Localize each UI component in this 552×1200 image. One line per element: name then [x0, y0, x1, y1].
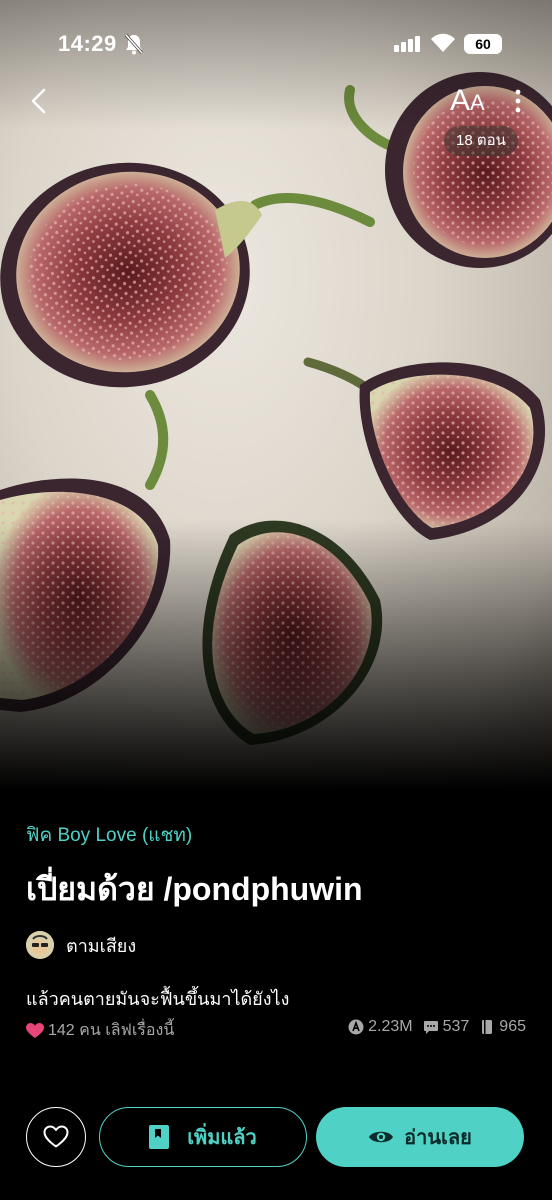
views-stat: 2.23M — [348, 1018, 413, 1036]
eye-icon — [369, 1131, 394, 1143]
bookmark-icon — [149, 1125, 170, 1149]
chapters-count: 965 — [499, 1018, 526, 1035]
font-size-button[interactable]: AA — [450, 84, 485, 118]
views-icon — [348, 1019, 364, 1035]
wifi-icon — [431, 33, 455, 52]
font-size-label: A — [450, 84, 471, 117]
cover-image — [0, 0, 552, 790]
chevron-left-icon[interactable] — [26, 86, 52, 116]
read-now-button[interactable]: อ่านเลย — [316, 1107, 524, 1167]
comment-icon — [423, 1021, 438, 1034]
bell-muted-icon — [124, 34, 144, 55]
font-size-label-small: A — [470, 90, 485, 115]
more-vertical-icon[interactable] — [512, 88, 524, 114]
story-metrics: 2.23M 537 965 — [348, 1018, 526, 1036]
story-genre[interactable]: ฟิค Boy Love (แชท) — [26, 820, 192, 850]
comments-count: 537 — [442, 1018, 470, 1035]
read-label: อ่านเลย — [404, 1127, 472, 1149]
author-name: ตามเสียง — [66, 935, 137, 956]
favorite-button[interactable] — [26, 1107, 86, 1167]
story-synopsis: แล้วคนตายมันจะฟื้นขึ้นมาได้ยังไง — [26, 989, 290, 1009]
added-to-library-button[interactable]: เพิ่มแล้ว — [99, 1107, 307, 1167]
avatar — [26, 931, 54, 959]
status-bar: 14:29 60 — [0, 0, 552, 90]
added-label: เพิ่มแล้ว — [187, 1127, 257, 1149]
story-title: เปี่ยมด้วย /pondphuwin — [26, 871, 363, 907]
signal-icon — [394, 36, 420, 52]
chapters-stat: 965 — [479, 1018, 526, 1036]
comments-stat: 537 — [423, 1018, 470, 1036]
author-row[interactable]: ตามเสียง — [26, 930, 136, 960]
views-count: 2.23M — [368, 1018, 413, 1035]
book-icon — [482, 1020, 493, 1034]
battery-indicator: 60 — [464, 34, 502, 54]
heart-icon — [26, 1022, 44, 1038]
avatar-image — [26, 931, 54, 959]
heart-outline-icon — [43, 1125, 69, 1148]
likes-text: 142 คน เลิฟเรื่องนี้ — [48, 1022, 175, 1039]
status-time: 14:29 — [58, 31, 117, 56]
episode-count-badge: 18 ตอน — [444, 126, 518, 156]
bottom-gradient — [0, 520, 552, 790]
stats-row: 142 คน เลิฟเรื่องนี้ 2.23M 537 965 — [26, 1018, 526, 1042]
likes-stat: 142 คน เลิฟเรื่องนี้ — [26, 1018, 174, 1043]
